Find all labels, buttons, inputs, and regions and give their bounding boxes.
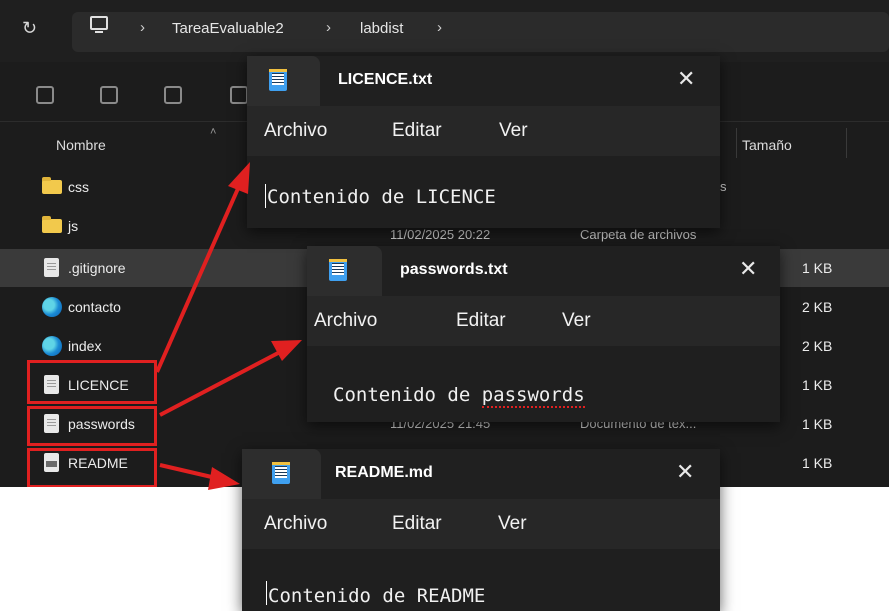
menu-editar[interactable]: Editar [392, 513, 442, 535]
menu-editar[interactable]: Editar [456, 310, 506, 332]
window-title: passwords.txt [400, 261, 508, 278]
copy-icon[interactable] [36, 86, 54, 104]
column-header-size[interactable]: Tamaño [742, 137, 792, 153]
share-icon[interactable] [230, 86, 248, 104]
menu-archivo[interactable]: Archivo [314, 310, 377, 332]
window-title: README.md [335, 464, 433, 481]
menu-ver[interactable]: Ver [499, 120, 528, 142]
close-icon[interactable]: ✕ [677, 66, 695, 92]
chevron-right-icon: › [140, 19, 145, 36]
rename-icon[interactable] [164, 86, 182, 104]
text-editor[interactable]: Contenido de LICENCE [247, 156, 720, 228]
file-size: 1 KB [802, 377, 833, 393]
column-divider[interactable] [846, 128, 847, 158]
folder-icon [42, 216, 62, 233]
breadcrumb-item-tareaevaluable2[interactable]: TareaEvaluable2 [172, 20, 284, 37]
close-icon[interactable]: ✕ [739, 256, 757, 282]
file-name: css [68, 179, 89, 195]
highlight-box-passwords [27, 406, 157, 446]
tab-passwords[interactable] [307, 246, 382, 296]
text-caret [265, 184, 266, 208]
close-icon[interactable]: ✕ [676, 459, 694, 485]
paste-icon[interactable] [100, 86, 118, 104]
document-content: Contenido de LICENCE [267, 186, 496, 208]
title-bar: README.md ✕ [242, 449, 720, 499]
chevron-right-icon: › [326, 19, 331, 36]
column-header-name[interactable]: Nombre [56, 137, 106, 153]
menu-ver[interactable]: Ver [562, 310, 591, 332]
refresh-icon[interactable]: ↻ [22, 18, 37, 39]
file-name: .gitignore [68, 260, 126, 276]
edge-html-icon [42, 297, 62, 317]
file-name: index [68, 338, 102, 354]
document-content: Contenido de passwords [333, 384, 585, 408]
highlight-box-licence [27, 360, 157, 404]
notepad-icon [269, 69, 287, 91]
file-name: js [68, 218, 79, 234]
misspelled-word: passwords [481, 384, 585, 408]
window-title: LICENCE.txt [338, 71, 433, 88]
text-editor[interactable]: Contenido de passwords [307, 346, 780, 422]
file-size: 2 KB [802, 299, 833, 315]
notepad-icon [272, 462, 290, 484]
monitor-stand-icon [95, 31, 103, 33]
file-size: 1 KB [802, 416, 833, 432]
highlight-box-readme [27, 448, 157, 487]
tab-licence[interactable] [247, 56, 320, 106]
menu-bar: Archivo Editar Ver [247, 106, 720, 156]
menu-bar: Archivo Editar Ver [307, 296, 780, 346]
edge-html-icon [42, 336, 62, 356]
address-bar: ↻ › TareaEvaluable2 › labdist › [0, 0, 889, 62]
notepad-icon [329, 259, 347, 281]
breadcrumb-item-labdist[interactable]: labdist [360, 20, 403, 37]
text-file-icon [44, 258, 59, 277]
folder-icon [42, 177, 62, 194]
menu-archivo[interactable]: Archivo [264, 120, 327, 142]
file-date: 11/02/2025 20:22 [390, 227, 491, 242]
text-editor[interactable]: Contenido de README [242, 549, 720, 611]
file-type: Carpeta de archivos [580, 227, 697, 242]
chevron-right-icon: › [437, 19, 442, 36]
column-divider[interactable] [736, 128, 737, 158]
notepad-window-licence: LICENCE.txt ✕ Archivo Editar Ver Conteni… [247, 56, 720, 228]
content-prefix: Contenido de [333, 384, 482, 406]
sort-ascending-icon: ˄ [210, 126, 217, 138]
menu-editar[interactable]: Editar [392, 120, 442, 142]
file-size: 1 KB [802, 260, 833, 276]
menu-bar: Archivo Editar Ver [242, 499, 720, 549]
notepad-window-readme: README.md ✕ Archivo Editar Ver Contenido… [242, 449, 720, 611]
file-name: contacto [68, 299, 121, 315]
text-caret [266, 581, 267, 605]
file-type: s [720, 179, 727, 194]
this-pc-icon[interactable] [90, 16, 108, 30]
document-content: Contenido de README [268, 585, 486, 607]
menu-archivo[interactable]: Archivo [264, 513, 327, 535]
file-size: 1 KB [802, 455, 833, 471]
tab-readme[interactable] [242, 449, 321, 499]
menu-ver[interactable]: Ver [498, 513, 527, 535]
title-bar: passwords.txt ✕ [307, 246, 780, 296]
title-bar: LICENCE.txt ✕ [247, 56, 720, 106]
notepad-window-passwords: passwords.txt ✕ Archivo Editar Ver Conte… [307, 246, 780, 422]
file-size: 2 KB [802, 338, 833, 354]
